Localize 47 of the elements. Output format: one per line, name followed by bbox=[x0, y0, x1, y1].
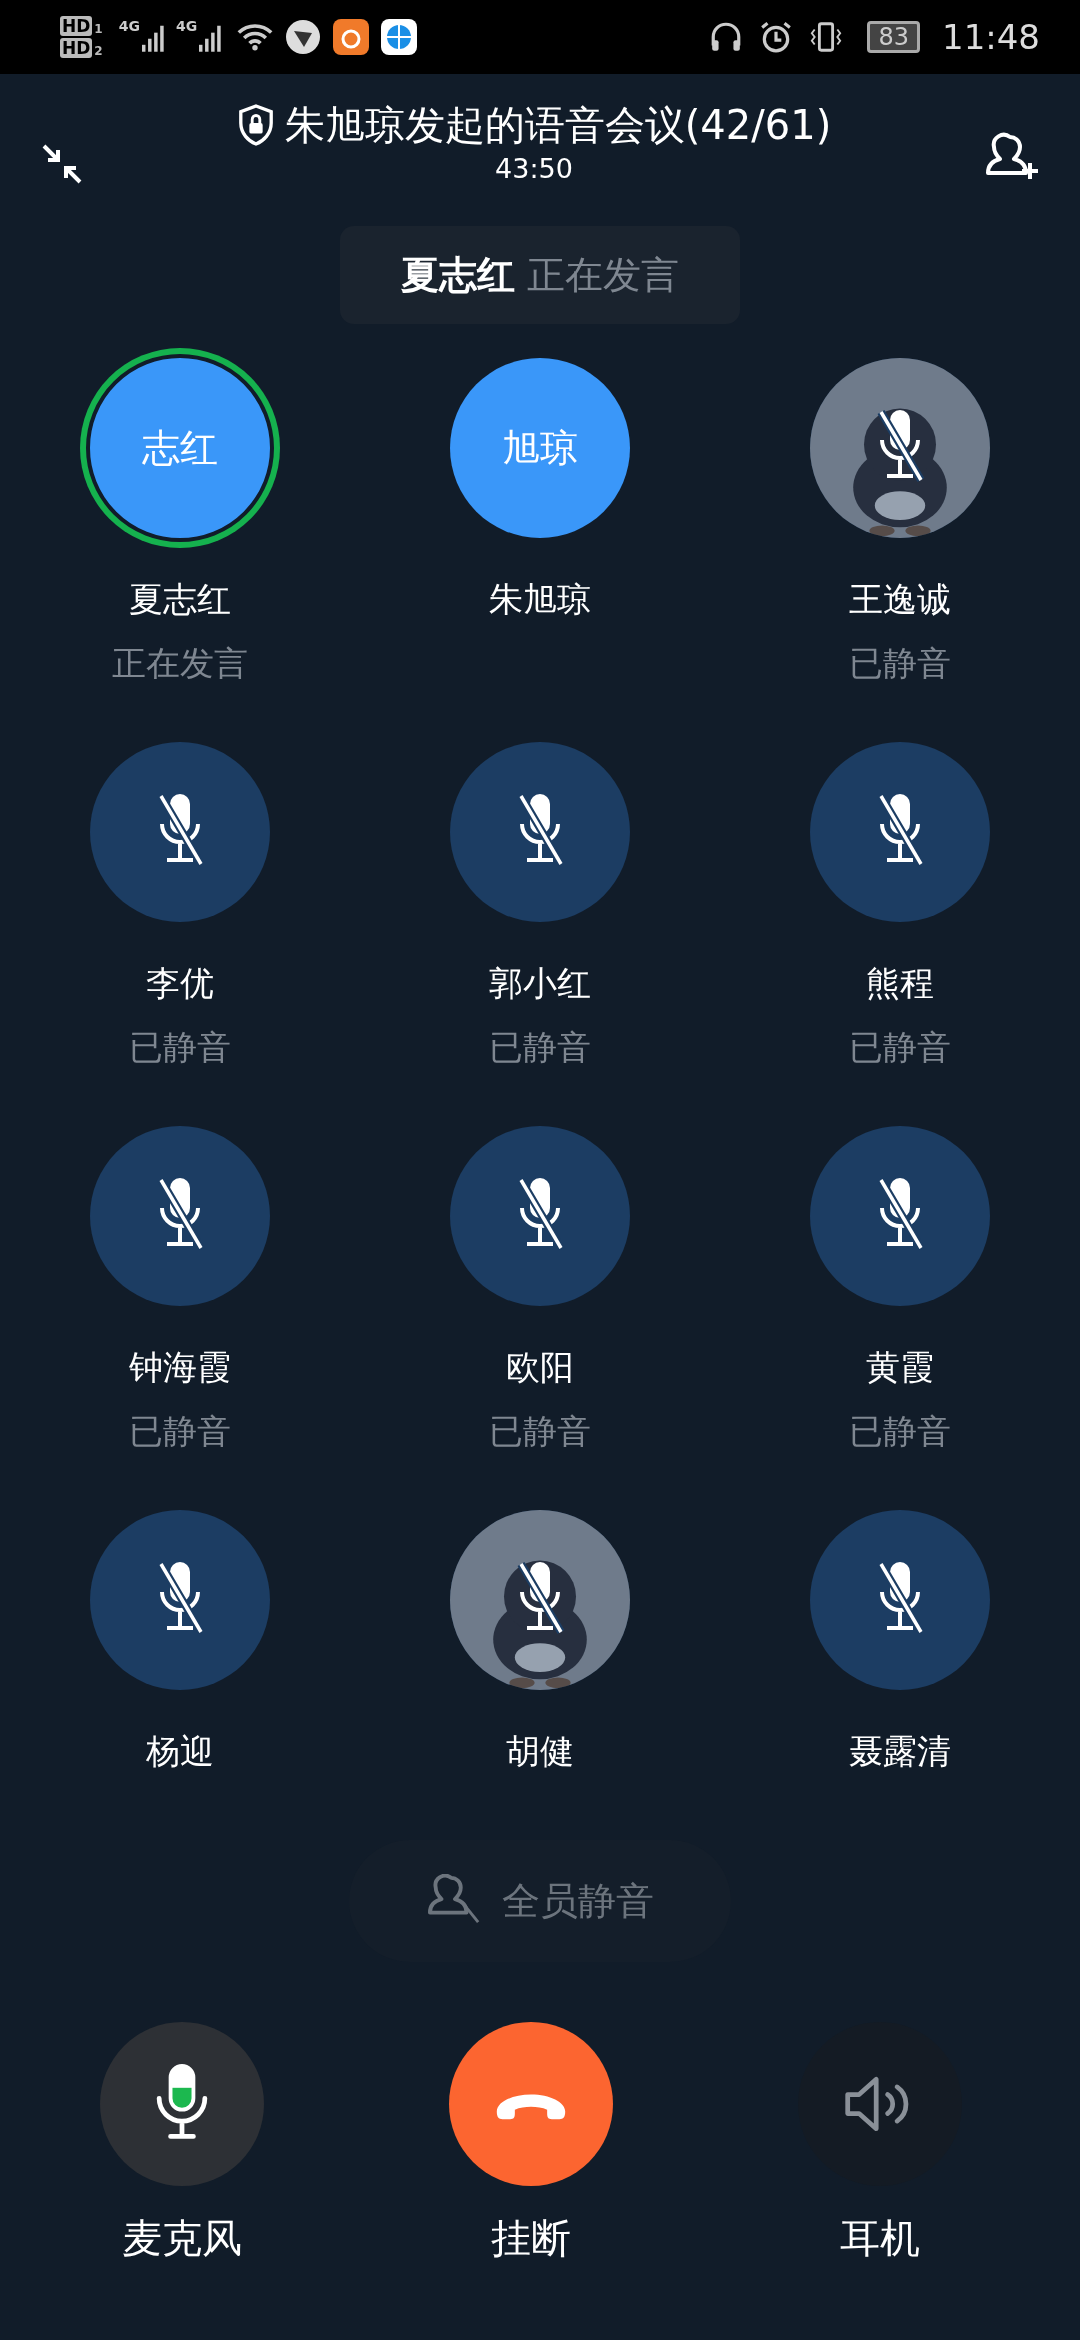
hd-label: HD bbox=[60, 38, 93, 58]
avatar-initials: 志红 bbox=[142, 424, 218, 472]
participant-status: 已静音 bbox=[489, 1026, 591, 1069]
mic-muted-icon bbox=[875, 408, 925, 484]
app-icon bbox=[285, 19, 322, 55]
participant-status: 已静音 bbox=[129, 1410, 231, 1453]
participant-name: 郭小红 bbox=[489, 962, 591, 1005]
participant-name: 朱旭琼 bbox=[489, 578, 591, 621]
alarm-icon bbox=[759, 20, 794, 54]
wifi-icon bbox=[237, 22, 274, 52]
participant-name: 聂露清 bbox=[849, 1730, 951, 1773]
participant-name: 李优 bbox=[146, 962, 214, 1005]
clock-time: 11:48 bbox=[942, 17, 1040, 57]
speaking-status: 正在发言 bbox=[527, 251, 679, 299]
participant-status: 已静音 bbox=[849, 642, 951, 685]
mic-muted-icon bbox=[515, 1560, 565, 1636]
control-label: 麦克风 bbox=[122, 2214, 242, 2263]
call-duration: 43:50 bbox=[495, 152, 573, 186]
control-label: 挂断 bbox=[491, 2214, 571, 2263]
network-label: 4G bbox=[118, 18, 140, 34]
vibrate-icon bbox=[809, 20, 844, 54]
participant-status: 正在发言 bbox=[112, 642, 248, 685]
participant-name: 胡健 bbox=[506, 1730, 574, 1773]
participant-name: 杨迎 bbox=[146, 1730, 214, 1773]
participant-name: 王逸诚 bbox=[849, 578, 951, 621]
avatar-initials: 旭琼 bbox=[502, 424, 578, 472]
participant-status: 已静音 bbox=[849, 1026, 951, 1069]
sim-slot: 2 bbox=[94, 44, 103, 58]
avatar[interactable]: 旭琼 bbox=[450, 358, 630, 538]
participant-status: 已静音 bbox=[129, 1026, 231, 1069]
speaker-name: 夏志红 bbox=[401, 251, 515, 299]
participant-status: 已静音 bbox=[849, 1410, 951, 1453]
hd-label: HD bbox=[60, 16, 93, 36]
participant-status: 已静音 bbox=[489, 1410, 591, 1453]
shield-lock-icon bbox=[236, 103, 275, 147]
minimize-icon[interactable] bbox=[40, 142, 84, 186]
participant-name: 钟海霞 bbox=[129, 1346, 231, 1389]
battery-indicator: 83 bbox=[867, 21, 920, 53]
participant-name: 欧阳 bbox=[506, 1346, 574, 1389]
sim-slot: 1 bbox=[94, 22, 103, 36]
participant-name: 熊程 bbox=[866, 962, 934, 1005]
network-label: 4G bbox=[175, 18, 198, 34]
globe-app-icon bbox=[381, 19, 418, 55]
participant-name: 黄霞 bbox=[866, 1346, 934, 1389]
participant-name: 夏志红 bbox=[129, 578, 231, 621]
control-label: 耳机 bbox=[840, 2214, 920, 2263]
meeting-title: 朱旭琼发起的语音会议(42/61) bbox=[284, 101, 832, 150]
